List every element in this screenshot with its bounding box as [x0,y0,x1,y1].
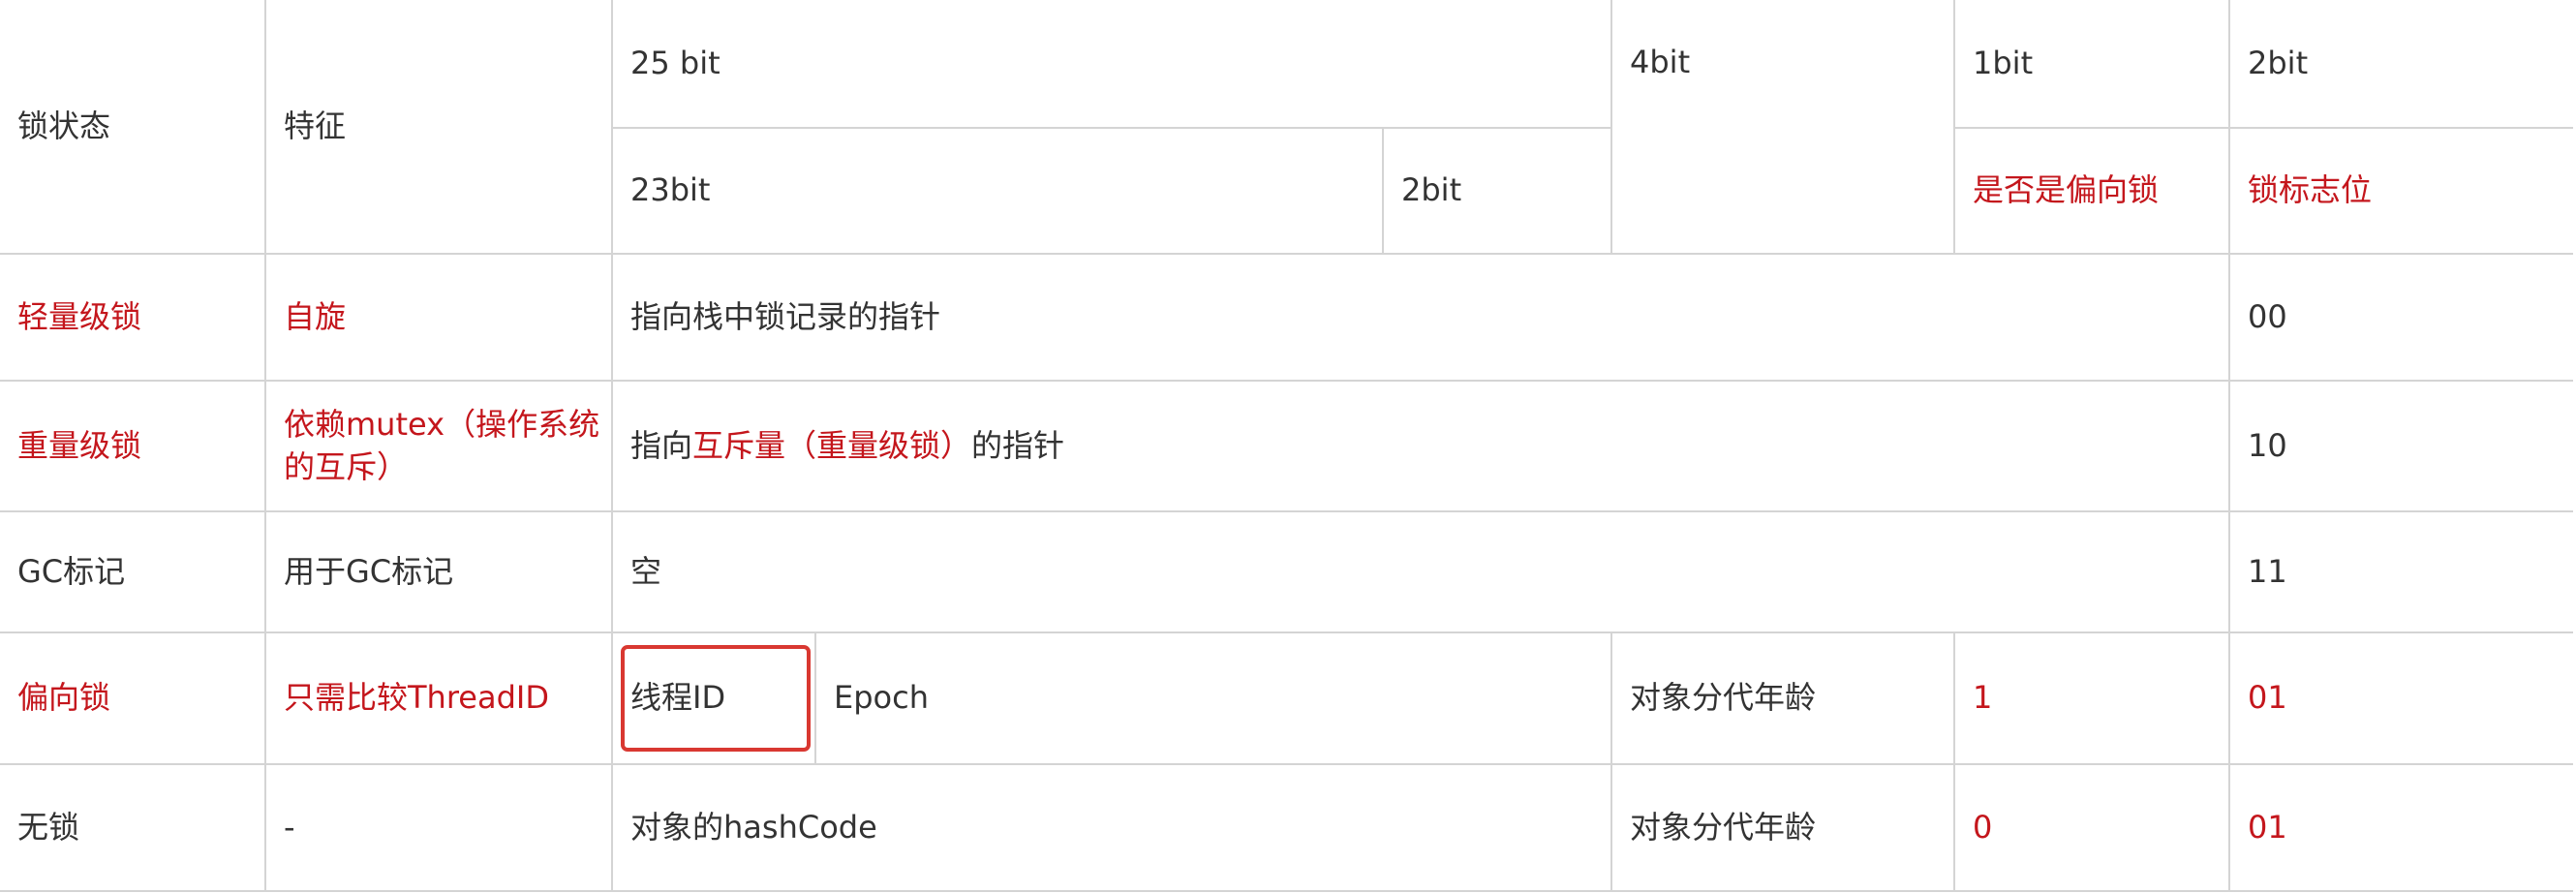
lightweight-state: 轻量级锁 [0,253,266,382]
header-23bit: 23bit [611,127,1384,255]
gc-content: 空 [611,510,2230,633]
heavyweight-feature: 依赖mutex（操作系统的互斥） [264,380,613,512]
lightweight-content: 指向栈中锁记录的指针 [611,253,2230,382]
biased-thread-id: 线程ID [611,631,816,765]
biased-thread-id-label: 线程ID [630,679,726,717]
unlocked-age: 对象分代年龄 [1610,763,1955,892]
header-lock-state: 锁状态 [0,0,266,255]
heavyweight-flag: 10 [2228,380,2573,512]
lightweight-feature: 自旋 [264,253,613,382]
heavyweight-content-prefix: 指向 [630,426,693,464]
unlocked-flag: 01 [2228,763,2573,892]
row-biased: 偏向锁 只需比较ThreadID 线程ID Epoch 对象分代年龄 1 01 [0,631,2573,765]
biased-flag: 01 [2228,631,2573,765]
header-row-1: 锁状态 特征 25 bit 4bit 1bit 2bit [0,0,2573,255]
header-lock-flag: 锁标志位 [2228,127,2573,255]
header-4bit: 4bit [1610,0,1955,255]
heavyweight-content-suffix: 的指针 [971,426,1065,464]
unlocked-content: 对象的hashCode [611,763,1612,892]
page: 锁状态 特征 25 bit 4bit 1bit 2bit 23bit 2bit … [0,0,2576,893]
row-lightweight: 轻量级锁 自旋 指向栈中锁记录的指针 00 [0,253,2573,382]
lightweight-flag: 00 [2228,253,2573,382]
biased-state: 偏向锁 [0,631,266,765]
biased-feature: 只需比较ThreadID [264,631,613,765]
header-2bit-sub: 2bit [1382,127,1612,255]
gc-state: GC标记 [0,510,266,633]
heavyweight-content: 指向互斥量（重量级锁）的指针 [611,380,2230,512]
unlocked-feature: - [264,763,613,892]
row-heavyweight: 重量级锁 依赖mutex（操作系统的互斥） 指向互斥量（重量级锁）的指针 10 [0,380,2573,512]
header-feature: 特征 [264,0,613,255]
header-1bit: 1bit [1953,0,2230,129]
header-25bit: 25 bit [611,0,1612,129]
heavyweight-content-highlight: 互斥量（重量级锁） [692,426,972,464]
biased-epoch: Epoch [814,631,1612,765]
header-2bit: 2bit [2228,0,2573,129]
row-unlocked: 无锁 - 对象的hashCode 对象分代年龄 0 01 [0,763,2573,892]
gc-feature: 用于GC标记 [264,510,613,633]
biased-age: 对象分代年龄 [1610,631,1955,765]
biased-bit: 1 [1953,631,2230,765]
header-biased-flag: 是否是偏向锁 [1953,127,2230,255]
mark-word-table: 锁状态 特征 25 bit 4bit 1bit 2bit 23bit 2bit … [0,0,2573,892]
gc-flag: 11 [2228,510,2573,633]
heavyweight-state: 重量级锁 [0,380,266,512]
row-gc: GC标记 用于GC标记 空 11 [0,510,2573,633]
unlocked-state: 无锁 [0,763,266,892]
unlocked-bit: 0 [1953,763,2230,892]
